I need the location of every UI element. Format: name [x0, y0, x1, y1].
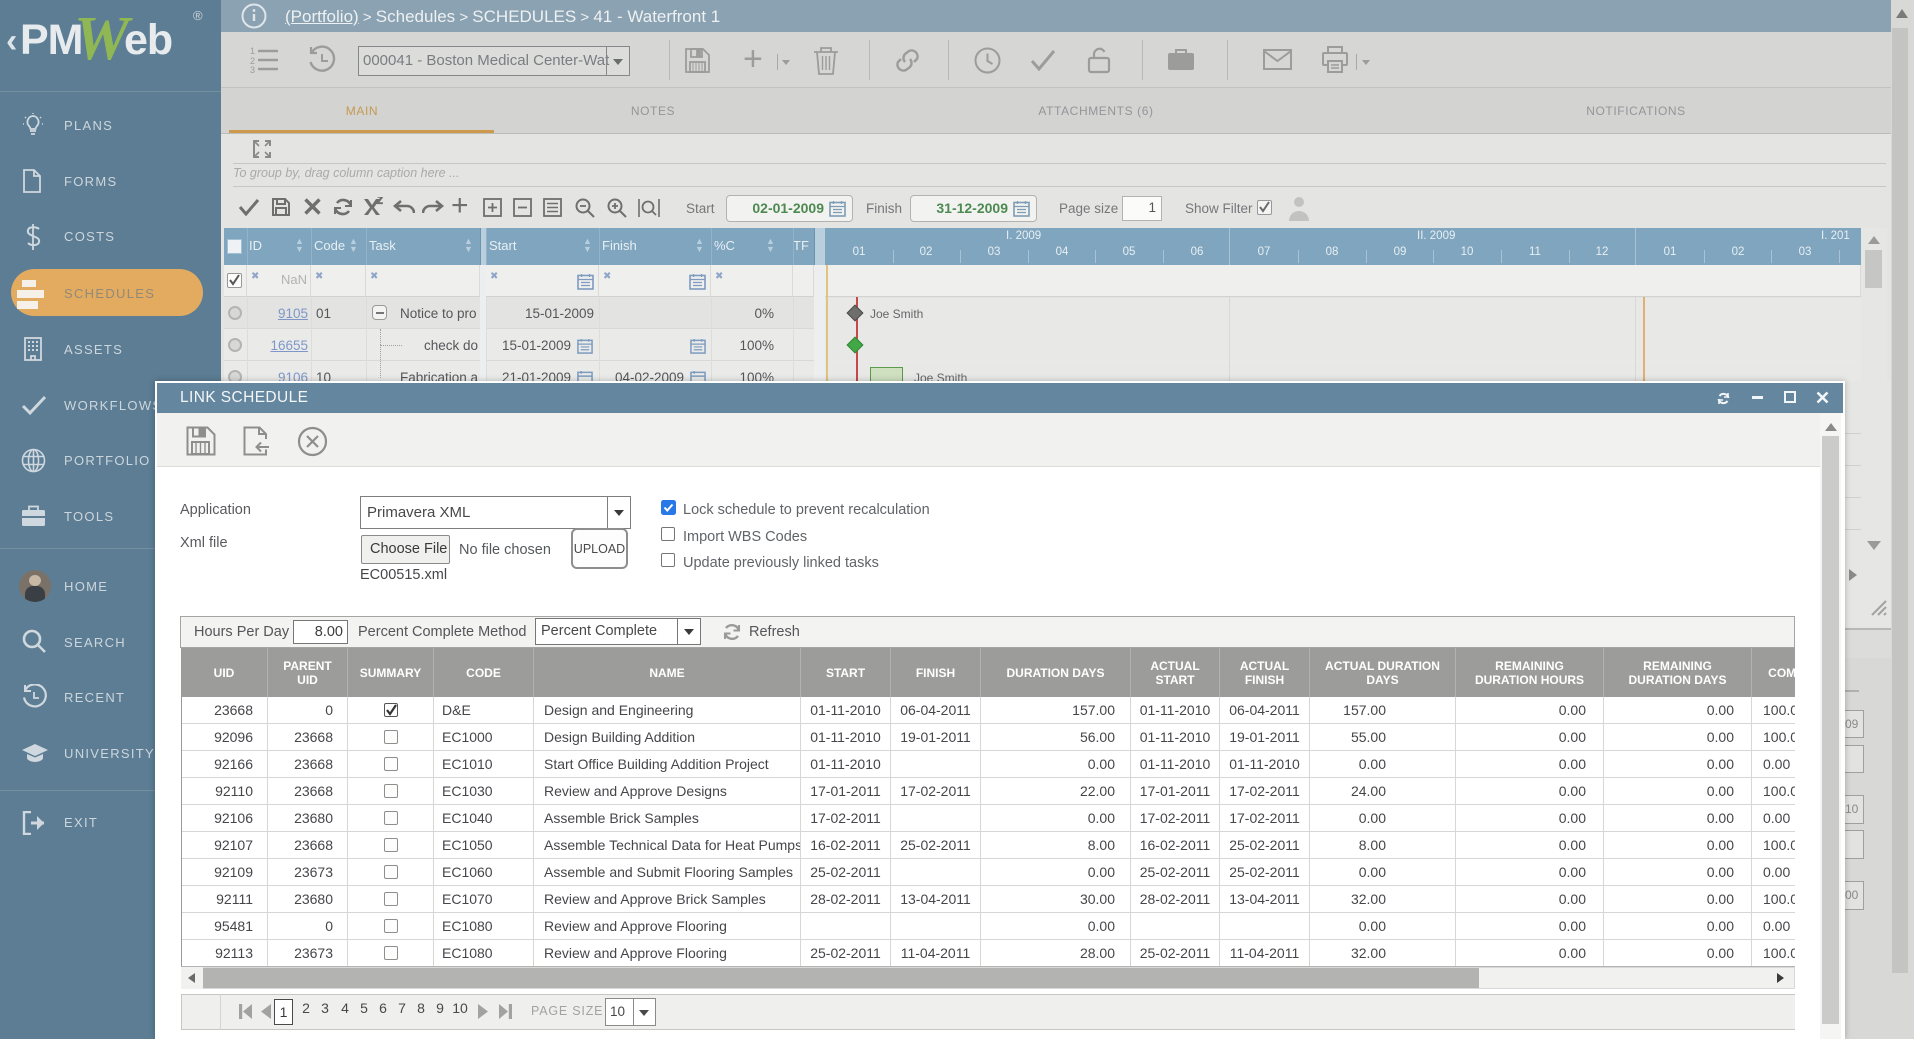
svg-text:3: 3	[250, 65, 255, 74]
svg-text:1: 1	[250, 46, 255, 56]
